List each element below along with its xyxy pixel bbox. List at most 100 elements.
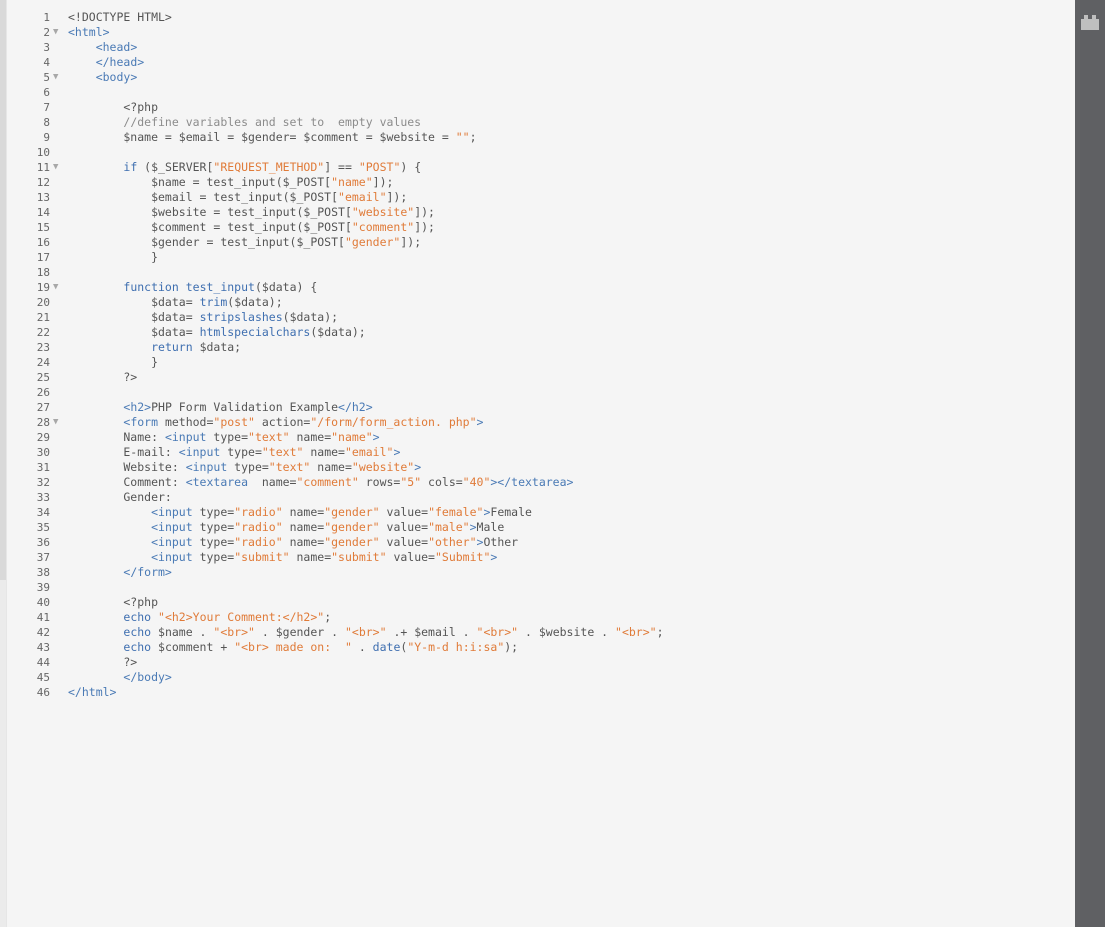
line-number: 41	[36, 611, 50, 624]
code-line[interactable]: 13 $email = test_input($_POST["email"]);	[7, 190, 1076, 205]
token: . $gender .	[254, 625, 345, 639]
token: ($data);	[310, 325, 366, 339]
code-line[interactable]: 37 <input type="submit" name="submit" va…	[7, 550, 1076, 565]
plugin-icon[interactable]	[1081, 15, 1099, 30]
code-area[interactable]: 1 <!DOCTYPE HTML> 2 ▼ <html> 3 <head> 4 </head…	[7, 10, 1076, 700]
line-code: $gender = test_input($_POST["gender"]);	[68, 235, 421, 250]
code-line[interactable]: 40 <?php	[7, 595, 1076, 610]
token: type=	[192, 535, 235, 549]
line-number: 39	[36, 581, 50, 594]
token: "text"	[261, 445, 304, 459]
code-line[interactable]: 34 <input type="radio" name="gender" val…	[7, 505, 1076, 520]
line-number: 34	[36, 506, 50, 519]
code-line[interactable]: 28 ▼ <form method="post" action="/form/fo…	[7, 415, 1076, 430]
code-line[interactable]: 30 E-mail: <input type="text" name="emai…	[7, 445, 1076, 460]
token: type=	[192, 550, 235, 564]
code-line[interactable]: 29 Name: <input type="text" name="name">	[7, 430, 1076, 445]
line-number: 18	[36, 266, 50, 279]
line-number: 23	[36, 341, 50, 354]
code-line[interactable]: 41 echo "<h2>Your Comment:</h2>";	[7, 610, 1076, 625]
code-line[interactable]: 32 Comment: <textarea name="comment" row…	[7, 475, 1076, 490]
code-line[interactable]: 20 $data= trim($data);	[7, 295, 1076, 310]
code-line[interactable]: 39	[7, 580, 1076, 595]
line-code: }	[68, 355, 158, 370]
code-line[interactable]: 15 $comment = test_input($_POST["comment…	[7, 220, 1076, 235]
code-line[interactable]: 19 ▼ function test_input($data) {	[7, 280, 1076, 295]
line-code: </form>	[68, 565, 171, 580]
code-line[interactable]: 46 </html>	[7, 685, 1076, 700]
token: $name = $email = $gender= $comment = $we…	[68, 130, 456, 144]
code-line[interactable]: 14 $website = test_input($_POST["website…	[7, 205, 1076, 220]
line-code: $comment = test_input($_POST["comment"])…	[68, 220, 435, 235]
code-line[interactable]: 2 ▼ <html>	[7, 25, 1076, 40]
fold-arrow-icon[interactable]: ▼	[53, 70, 63, 85]
line-code: <head>	[68, 40, 138, 55]
token: ]);	[386, 190, 408, 204]
token: PHP Form Validation Example	[151, 400, 339, 414]
token: value=	[379, 535, 429, 549]
token: method=	[158, 415, 214, 429]
code-line[interactable]: 26	[7, 385, 1076, 400]
code-line[interactable]: 33 Gender:	[7, 490, 1076, 505]
code-line[interactable]: 17 }	[7, 250, 1076, 265]
code-line[interactable]: 21 $data= stripslashes($data);	[7, 310, 1076, 325]
code-line[interactable]: 9 $name = $email = $gender= $comment = $…	[7, 130, 1076, 145]
token: //define variables and set to empty valu…	[123, 115, 422, 129]
token: value=	[386, 550, 435, 564]
code-line[interactable]: 45 </body>	[7, 670, 1076, 685]
code-line[interactable]: 36 <input type="radio" name="gender" val…	[7, 535, 1076, 550]
token: "other"	[428, 535, 477, 549]
code-line[interactable]: 31 Website: <input type="text" name="web…	[7, 460, 1076, 475]
line-code: $data= stripslashes($data);	[68, 310, 338, 325]
code-line[interactable]: 11 ▼ if ($_SERVER["REQUEST_METHOD"] == "P…	[7, 160, 1076, 175]
code-line[interactable]: 44 ?>	[7, 655, 1076, 670]
code-line[interactable]: 35 <input type="radio" name="gender" val…	[7, 520, 1076, 535]
code-line[interactable]: 7 <?php	[7, 100, 1076, 115]
token: name=	[289, 550, 332, 564]
line-code: <input type="radio" name="gender" value=…	[68, 520, 504, 535]
code-line[interactable]: 12 $name = test_input($_POST["name"]);	[7, 175, 1076, 190]
code-line[interactable]: 42 echo $name . "<br>" . $gender . "<br>…	[7, 625, 1076, 640]
token: "5"	[400, 475, 422, 489]
code-editor[interactable]: 1 <!DOCTYPE HTML> 2 ▼ <html> 3 <head> 4 </head…	[6, 0, 1076, 927]
code-line[interactable]: 38 </form>	[7, 565, 1076, 580]
token: <?php	[68, 595, 159, 609]
line-number: 25	[36, 371, 50, 384]
token: "Submit"	[434, 550, 491, 564]
code-line[interactable]: 25 ?>	[7, 370, 1076, 385]
code-line[interactable]: 24 }	[7, 355, 1076, 370]
code-line[interactable]: 6	[7, 85, 1076, 100]
code-line[interactable]: 23 return $data;	[7, 340, 1076, 355]
fold-arrow-icon[interactable]: ▼	[53, 25, 63, 40]
code-line[interactable]: 10	[7, 145, 1076, 160]
line-number: 7	[43, 101, 50, 114]
fold-arrow-icon[interactable]: ▼	[53, 415, 63, 430]
code-line[interactable]: 3 <head>	[7, 40, 1076, 55]
line-code: <body>	[68, 70, 138, 85]
token: $comment +	[151, 640, 235, 654]
fold-arrow-icon[interactable]: ▼	[53, 160, 63, 175]
code-line[interactable]: 22 $data= htmlspecialchars($data);	[7, 325, 1076, 340]
line-number: 5	[43, 71, 50, 84]
token: ]);	[372, 175, 394, 189]
token: "email"	[338, 190, 387, 204]
code-line[interactable]: 43 echo $comment + "<br> made on: " . da…	[7, 640, 1076, 655]
code-line[interactable]: 5 ▼ <body>	[7, 70, 1076, 85]
token: "REQUEST_METHOD"	[213, 160, 325, 174]
line-code: </body>	[68, 670, 171, 685]
code-line[interactable]: 4 </head>	[7, 55, 1076, 70]
line-code: $website = test_input($_POST["website"])…	[68, 205, 435, 220]
code-line[interactable]: 8 //define variables and set to empty va…	[7, 115, 1076, 130]
code-line[interactable]: 1 <!DOCTYPE HTML>	[7, 10, 1076, 25]
token: </h2>	[338, 400, 373, 414]
fold-arrow-icon[interactable]: ▼	[53, 280, 63, 295]
code-line[interactable]: 18	[7, 265, 1076, 280]
token: type=	[192, 520, 235, 534]
code-line[interactable]: 27 <h2>PHP Form Validation Example</h2>	[7, 400, 1076, 415]
code-line[interactable]: 16 $gender = test_input($_POST["gender"]…	[7, 235, 1076, 250]
token: ""	[455, 130, 470, 144]
line-code: <?php	[68, 595, 158, 610]
